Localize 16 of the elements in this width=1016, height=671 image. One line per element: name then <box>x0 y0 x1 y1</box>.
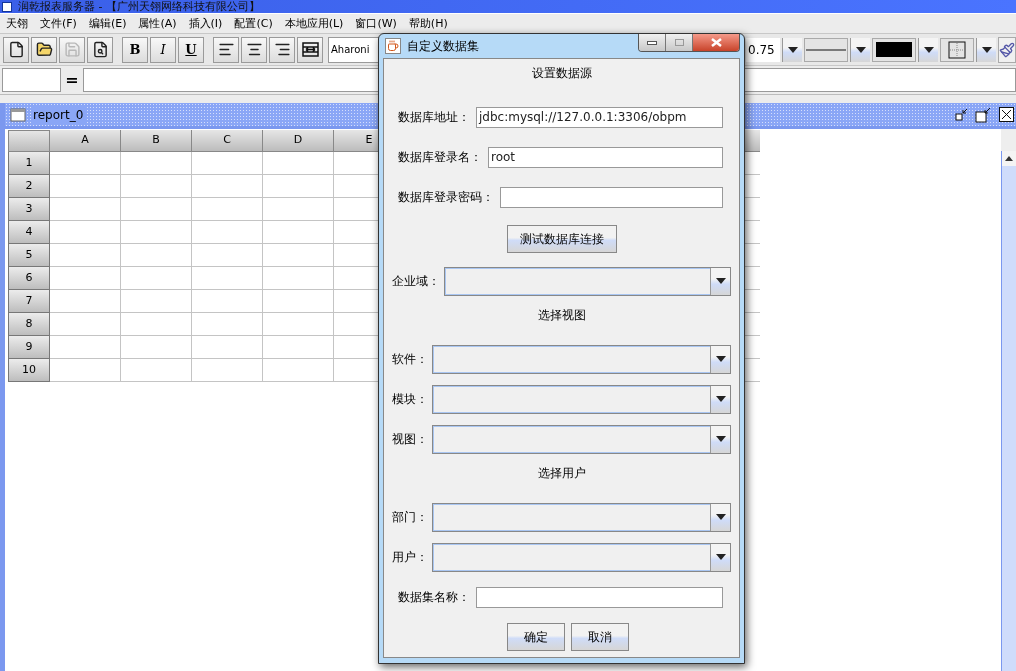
field-label: 数据集名称： <box>398 589 470 606</box>
field-label: 部门： <box>392 509 428 526</box>
report-title: report_0 <box>31 105 86 124</box>
section-heading: 选择用户 <box>537 465 586 480</box>
field-label: 模块： <box>392 391 428 408</box>
section-heading: 选择视图 <box>537 307 586 322</box>
field-label: 用户： <box>392 549 428 566</box>
field-label: 数据库登录名： <box>398 149 482 166</box>
window-title: 润乾报表服务器 - 【广州天翎网络科技有限公司】 <box>18 0 260 13</box>
field-label: 视图： <box>392 431 428 448</box>
equals-sign: = <box>65 69 79 91</box>
field-label: 软件： <box>392 351 428 368</box>
field-label: 数据库登录密码： <box>398 189 494 206</box>
field-label: 数据库地址： <box>398 109 470 126</box>
field-label: 企业域： <box>392 273 440 290</box>
section-heading: 设置数据源 <box>531 65 592 80</box>
